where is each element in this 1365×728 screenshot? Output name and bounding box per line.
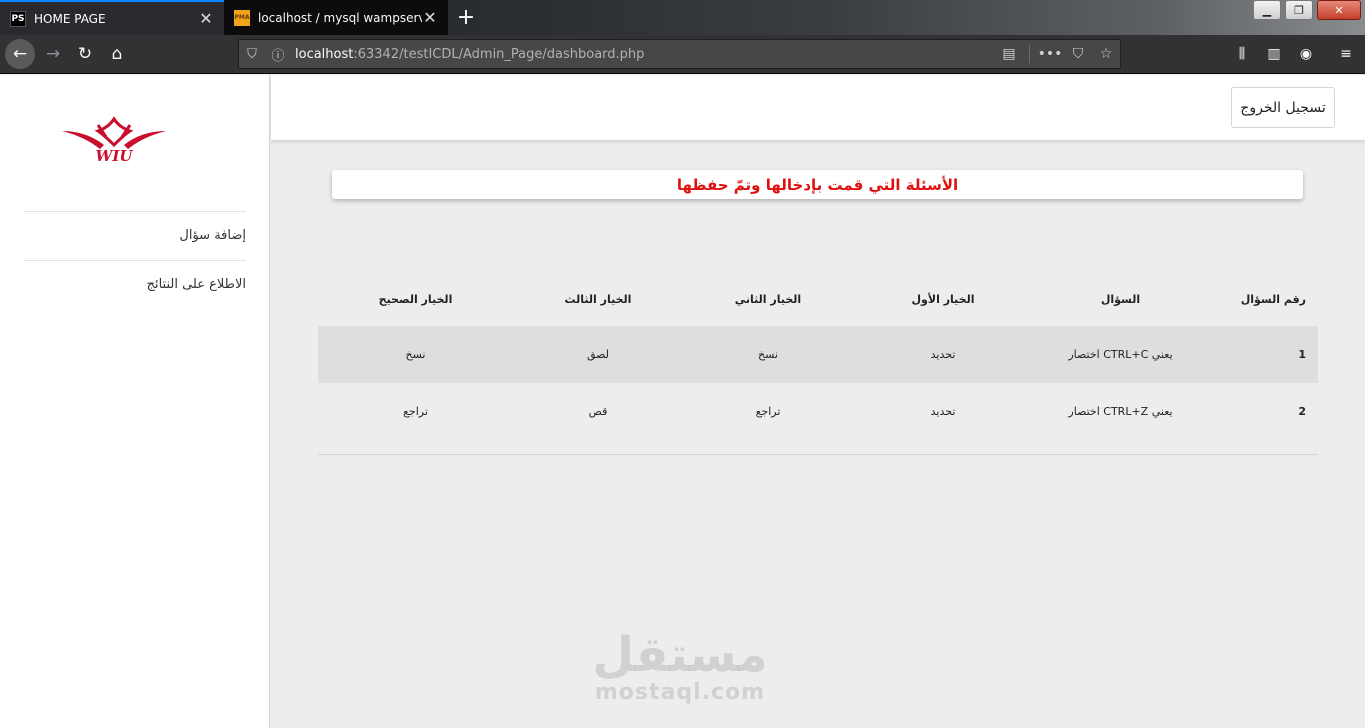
info-icon[interactable]: ⓘ [265, 45, 291, 64]
sidebar: WIU إضافة سؤال الاطلاع على النتائج [0, 75, 270, 728]
forward-icon[interactable]: → [38, 39, 68, 69]
cell-option-2: تراجع [755, 405, 781, 418]
window-close-icon[interactable]: ✕ [1317, 0, 1361, 20]
sidebar-item-view-results[interactable]: الاطلاع على النتائج [24, 260, 246, 309]
window-controls: ▁ ❐ ✕ [1249, 0, 1361, 20]
wiu-logo[interactable]: WIU [60, 115, 168, 165]
more-icon[interactable]: ••• [1036, 46, 1064, 62]
url-bar[interactable]: ⛉ ⓘ localhost:63342/testICDL/Admin_Page/… [238, 39, 1121, 69]
url-bar-divider [1029, 45, 1030, 63]
sidebar-item-add-question[interactable]: إضافة سؤال [24, 211, 246, 260]
phpstorm-favicon-icon: PS [10, 10, 26, 27]
logout-button[interactable]: تسجيل الخروج [1231, 87, 1335, 128]
questions-table: رقم السؤال السؤال الخيار الأول الخيار ال… [318, 272, 1318, 455]
column-header-number: رقم السؤال [1240, 292, 1306, 306]
tab-title: localhost / mysql wampserver / [258, 10, 422, 25]
tab-home-page[interactable]: PS HOME PAGE ✕ [0, 0, 224, 35]
new-tab-icon[interactable]: + [454, 3, 478, 31]
cell-question: يعني CTRL+Z اختصار [1068, 405, 1173, 418]
tab-phpmyadmin[interactable]: PMA localhost / mysql wampserver / ✕ [224, 0, 448, 35]
column-header-option-3: الخيار الثالث [564, 292, 632, 306]
browser-nav-bar: ← → ↻ ⌂ ⛉ ⓘ localhost:63342/testICDL/Adm… [0, 35, 1365, 74]
account-icon[interactable]: ◉ [1291, 39, 1321, 69]
phpmyadmin-favicon-icon: PMA [234, 9, 250, 26]
cell-option-3: قص [588, 405, 608, 418]
url-text[interactable]: localhost:63342/testICDL/Admin_Page/dash… [295, 47, 995, 62]
shield-icon[interactable]: ⛉ [239, 47, 265, 62]
cell-option-2: نسخ [683, 326, 853, 383]
cell-option-1: تحديد [853, 326, 1033, 383]
cell-number: 2 [1298, 405, 1306, 418]
close-tab-icon[interactable]: ✕ [422, 8, 438, 27]
star-icon[interactable]: ☆ [1092, 46, 1120, 62]
column-header-correct: الخيار الصحيح [378, 292, 453, 306]
column-header-option-2: الخيار الثاني [734, 292, 802, 306]
close-tab-icon[interactable]: ✕ [198, 9, 214, 28]
reload-icon[interactable]: ↻ [70, 39, 100, 69]
table-row: 2 يعني CTRL+Z اختصار تحديد تراجع قص تراج… [318, 383, 1318, 440]
cell-correct: تراجع [403, 405, 428, 418]
browser-tab-bar: PS HOME PAGE ✕ PMA localhost / mysql wam… [0, 0, 1365, 35]
cell-correct: نسخ [318, 326, 513, 383]
cell-question: يعني CTRL+C اختصار [1033, 326, 1208, 383]
mostaql-watermark: مستقل mostaql.com [580, 630, 780, 705]
menu-icon[interactable]: ≡ [1331, 39, 1361, 69]
table-footer-rule [318, 440, 1318, 455]
table-header-row: رقم السؤال السؤال الخيار الأول الخيار ال… [318, 272, 1318, 326]
cell-option-3: لصق [513, 326, 683, 383]
library-icon[interactable]: ⫼ [1227, 39, 1257, 69]
page-title: الأسئلة التي قمت بإدخالها وتمّ حفظها [332, 170, 1303, 199]
logo-text: WIU [96, 147, 134, 165]
home-icon[interactable]: ⌂ [102, 39, 132, 69]
watermark-arabic: مستقل [592, 627, 768, 683]
pocket-icon[interactable]: ⛉ [1064, 46, 1092, 62]
minimize-icon[interactable]: ▁ [1253, 0, 1281, 20]
cell-option-1: تحديد [930, 405, 956, 418]
back-icon[interactable]: ← [5, 39, 35, 69]
table-row: 1 يعني CTRL+C اختصار تحديد نسخ لصق نسخ [318, 326, 1318, 383]
column-header-option-1: الخيار الأول [911, 292, 975, 306]
reader-view-icon[interactable]: ▤ [995, 46, 1023, 62]
column-header-question: السؤال [1100, 292, 1141, 306]
tab-title: HOME PAGE [34, 11, 106, 26]
sidebar-icon[interactable]: ▥ [1259, 39, 1289, 69]
top-header: تسجيل الخروج [271, 75, 1365, 140]
watermark-latin: mostaql.com [594, 680, 766, 705]
cell-number: 1 [1208, 326, 1318, 383]
restore-icon[interactable]: ❐ [1285, 0, 1313, 20]
